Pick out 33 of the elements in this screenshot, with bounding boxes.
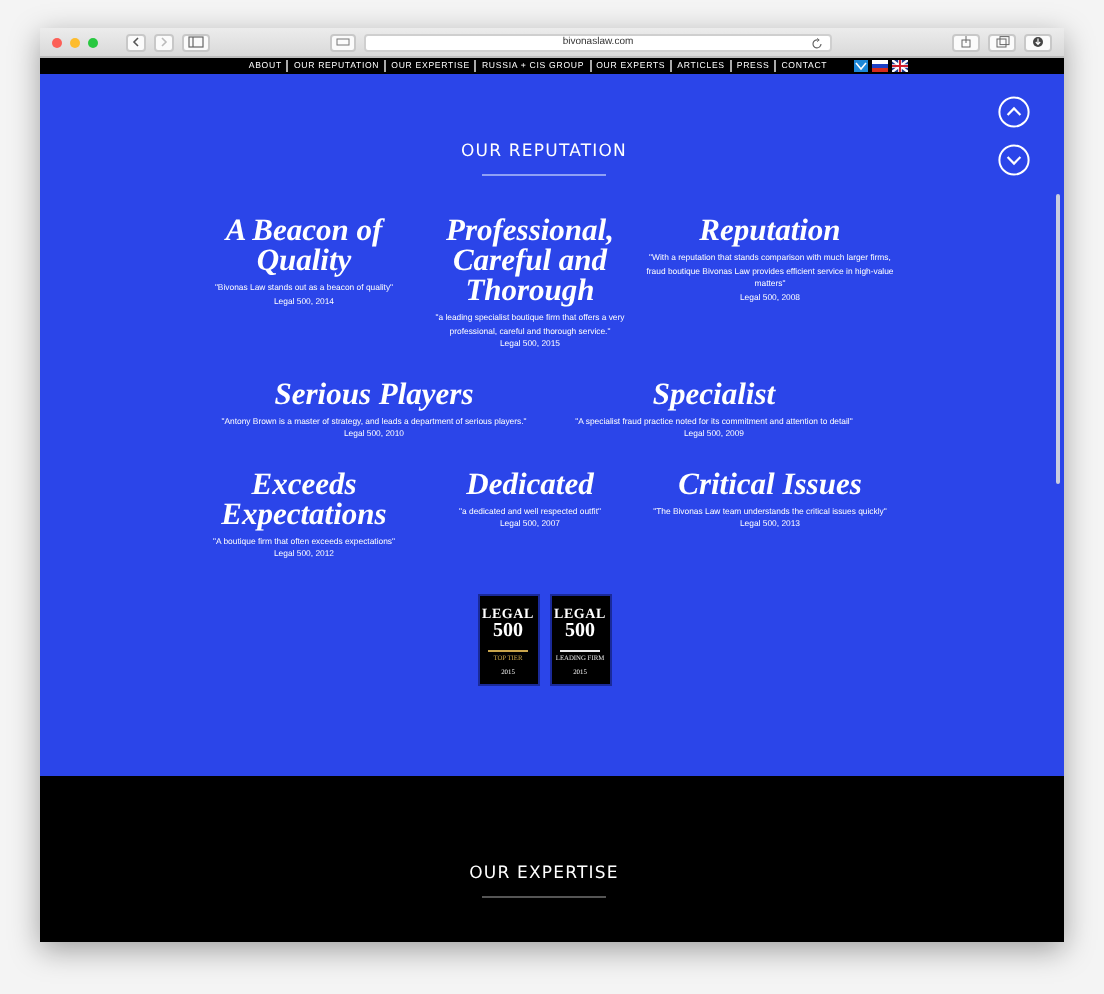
- scroll-up-icon[interactable]: [998, 96, 1030, 128]
- card-heading: Exceeds Expectations: [219, 469, 389, 529]
- chevron-right-icon: [160, 36, 168, 48]
- card-heading: Professional, Careful and Thorough: [444, 216, 616, 306]
- download-icon: [1032, 36, 1044, 48]
- grid-icon: [336, 36, 350, 48]
- chevron-left-icon: [132, 36, 140, 48]
- sidebar-button[interactable]: [182, 33, 210, 51]
- downloads-button[interactable]: [1024, 33, 1052, 51]
- close-icon[interactable]: [52, 37, 62, 47]
- reload-icon[interactable]: [812, 37, 824, 49]
- british-flag-icon[interactable]: [892, 60, 908, 72]
- scrollbar-thumb[interactable]: [1056, 194, 1060, 484]
- card-heading: Critical Issues: [676, 469, 864, 499]
- top-sites-button[interactable]: [330, 33, 356, 51]
- share-button[interactable]: [952, 33, 980, 51]
- card-heading: Dedicated: [464, 469, 596, 499]
- russian-flag-icon[interactable]: [872, 60, 888, 72]
- sidebar-icon: [188, 36, 204, 48]
- section-title: OUR REPUTATION: [459, 142, 629, 162]
- card-heading: A Beacon of Quality: [222, 216, 387, 276]
- card-heading: Serious Players: [272, 379, 476, 409]
- back-button[interactable]: [126, 33, 146, 51]
- flag-icon[interactable]: [854, 60, 868, 72]
- tabs-button[interactable]: [988, 33, 1016, 51]
- award-number: 500: [565, 621, 595, 639]
- tabs-icon: [995, 36, 1009, 48]
- section-title: OUR EXPERTISE: [467, 864, 621, 884]
- card-heading: Specialist: [650, 379, 778, 409]
- card-heading: Reputation: [697, 216, 843, 246]
- scroll-down-icon[interactable]: [998, 144, 1030, 176]
- share-icon: [960, 36, 972, 48]
- award-number: 500: [493, 621, 523, 639]
